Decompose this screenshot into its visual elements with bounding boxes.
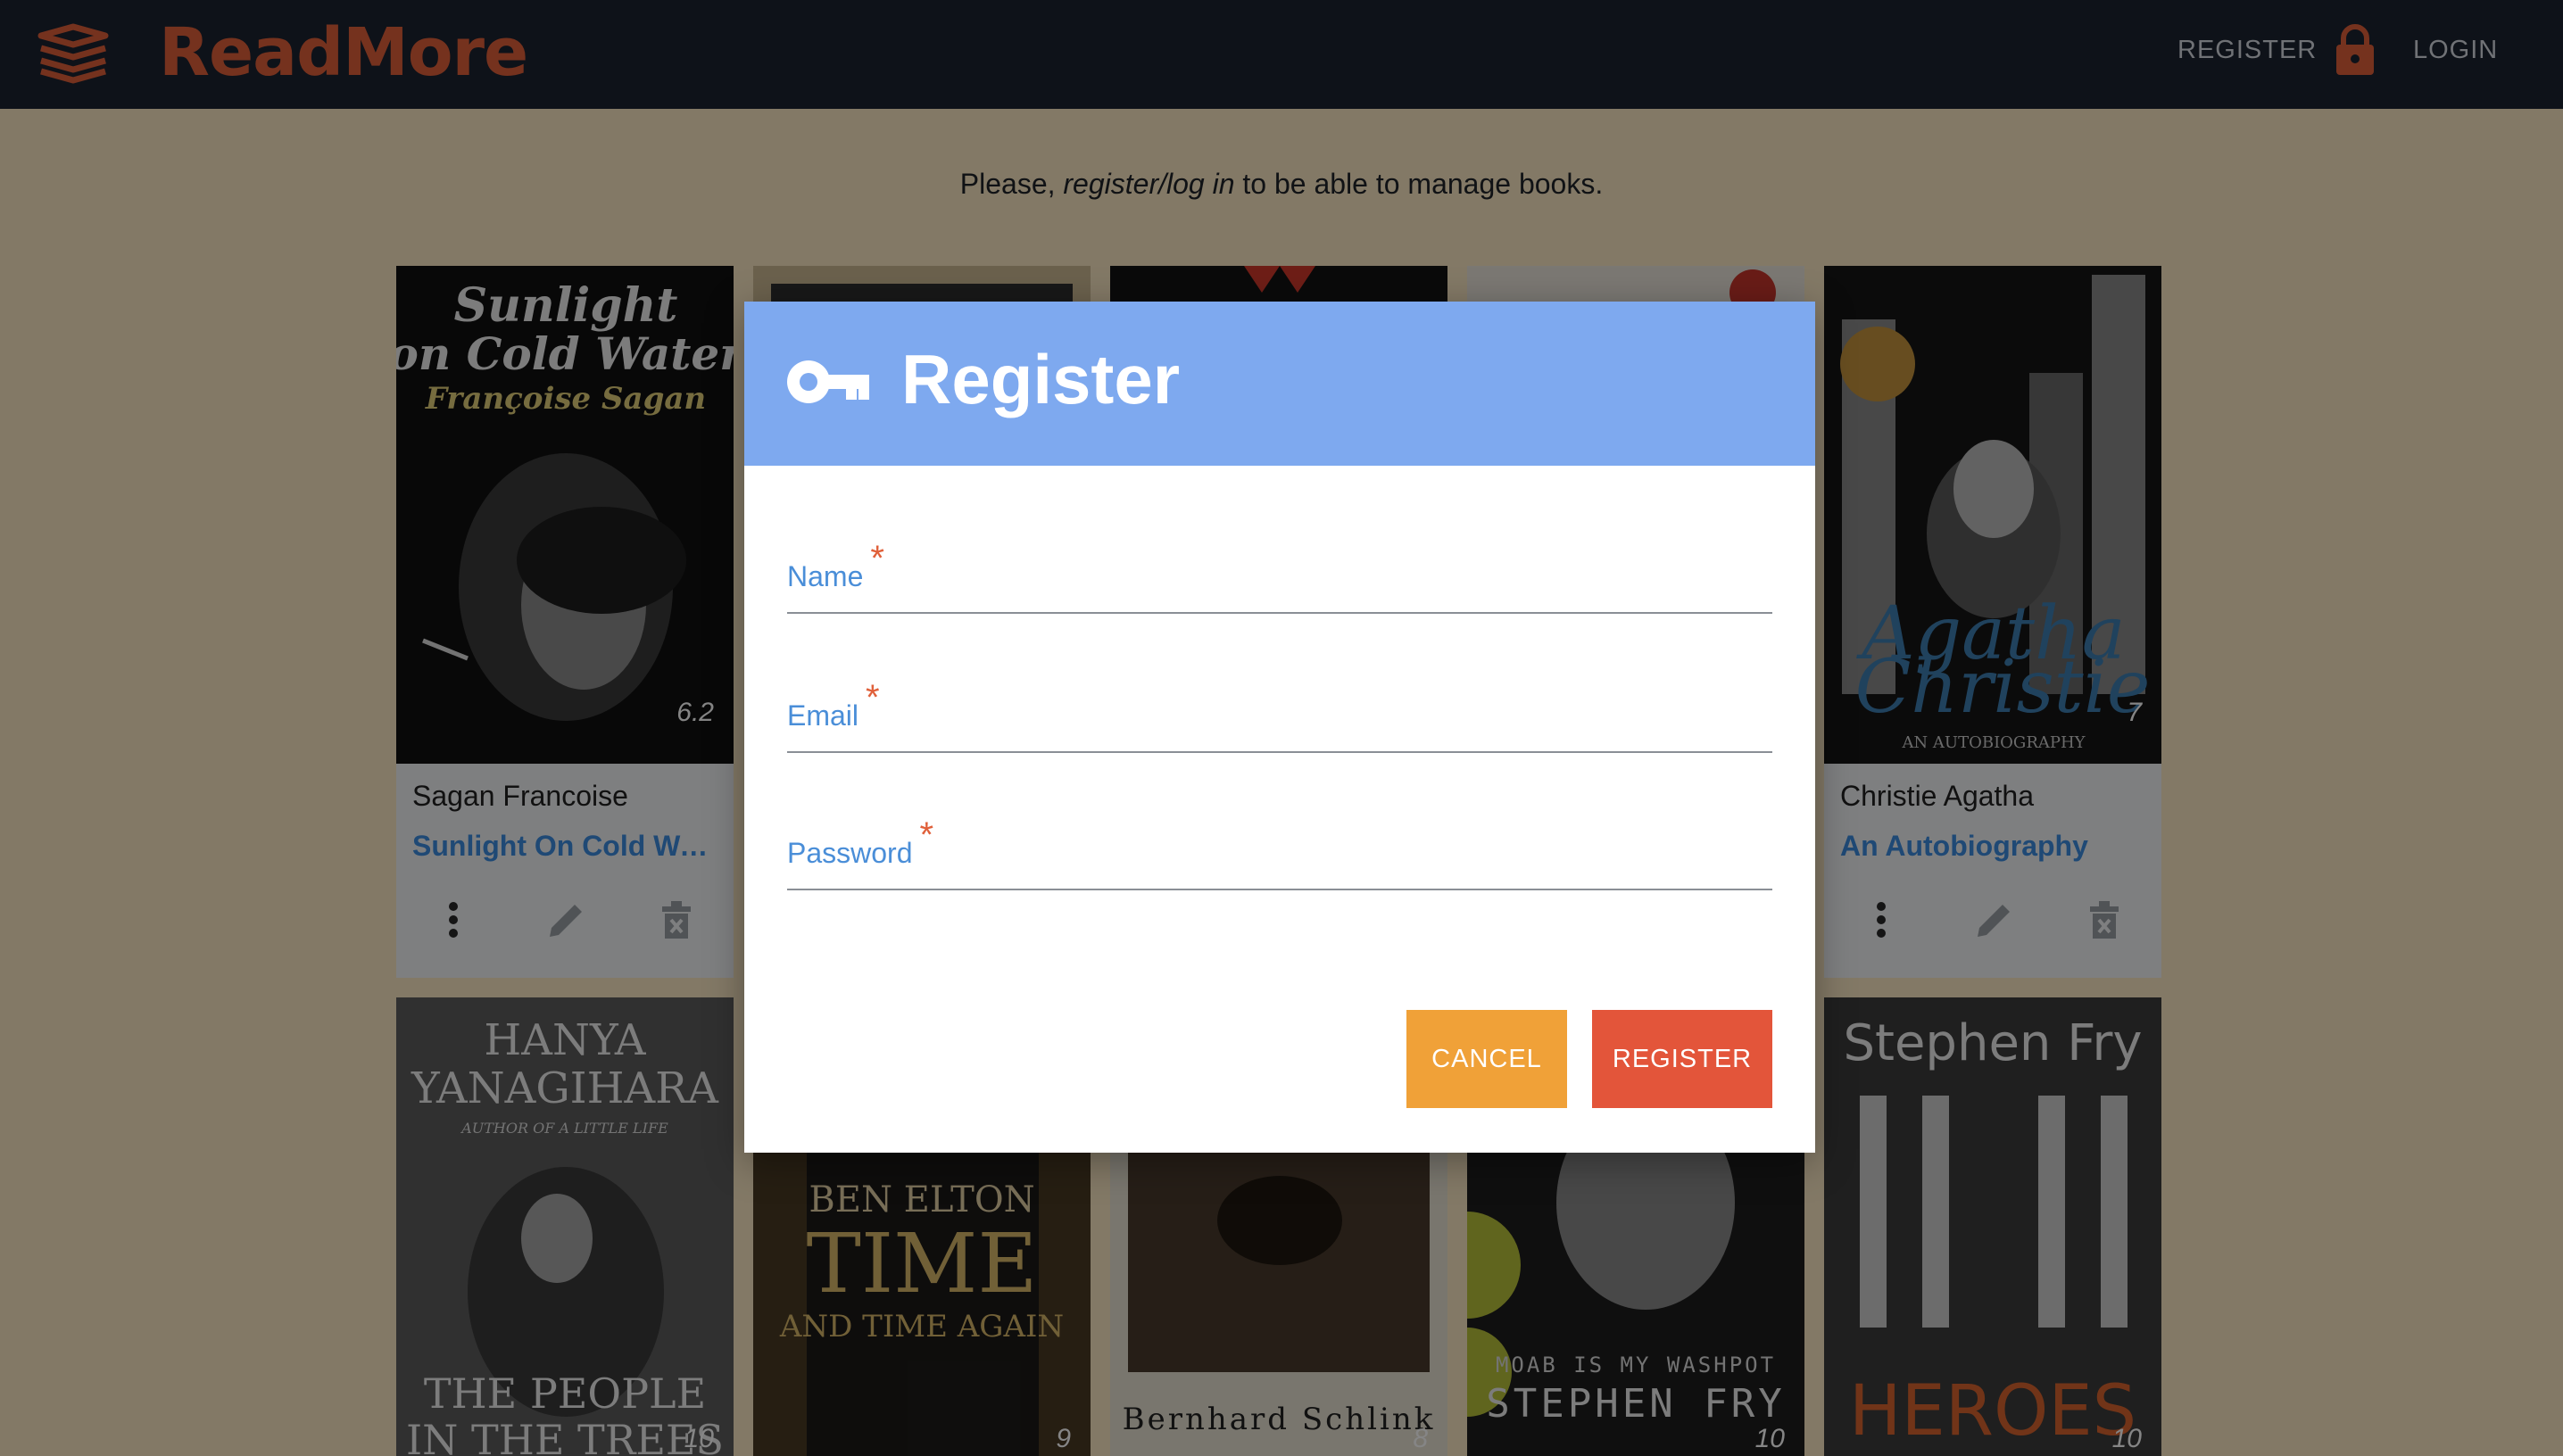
name-input[interactable]: [787, 525, 1772, 614]
dialog-header: Register: [744, 302, 1815, 466]
name-field[interactable]: Name *: [787, 525, 1772, 614]
email-field[interactable]: Email *: [787, 664, 1772, 753]
email-input[interactable]: [787, 664, 1772, 753]
register-dialog: Register Name * Email * Password * CANCEL R…: [744, 302, 1815, 1153]
cancel-button[interactable]: CANCEL: [1406, 1010, 1567, 1108]
dialog-title: Register: [901, 340, 1181, 418]
password-input[interactable]: [787, 801, 1772, 890]
register-submit-button[interactable]: REGISTER: [1592, 1010, 1772, 1108]
key-icon: [787, 360, 869, 403]
password-field[interactable]: Password *: [787, 801, 1772, 890]
